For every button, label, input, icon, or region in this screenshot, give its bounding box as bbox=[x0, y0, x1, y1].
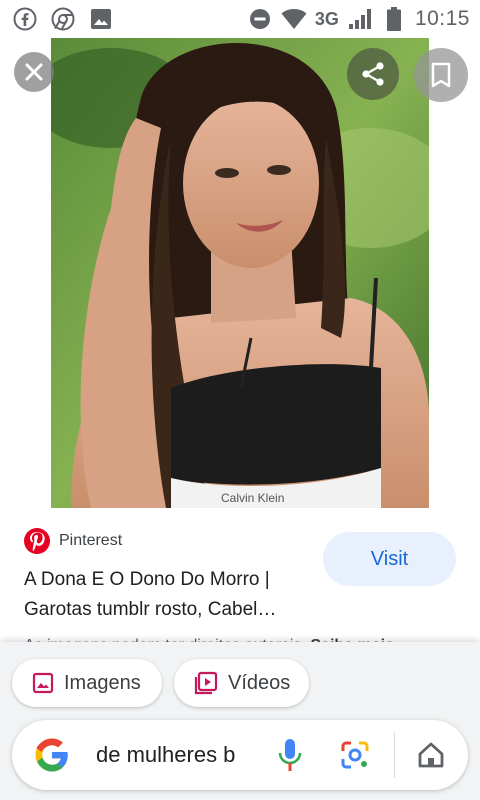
facebook-icon bbox=[12, 6, 38, 32]
video-icon bbox=[194, 671, 218, 695]
wifi-icon bbox=[281, 6, 307, 32]
close-button[interactable] bbox=[14, 52, 54, 92]
close-icon bbox=[25, 63, 43, 81]
source-name: Pinterest bbox=[59, 532, 123, 549]
do-not-disturb-icon bbox=[247, 6, 273, 32]
home-icon[interactable] bbox=[416, 740, 446, 770]
image-brand-text: Calvin Klein bbox=[221, 491, 284, 505]
status-notifications bbox=[12, 6, 114, 32]
clock: 10:15 bbox=[414, 7, 470, 30]
images-chip-label: Imagens bbox=[64, 671, 141, 694]
share-button[interactable] bbox=[347, 48, 399, 100]
image-icon bbox=[32, 672, 54, 694]
videos-chip-label: Vídeos bbox=[228, 671, 291, 694]
mic-icon[interactable] bbox=[277, 738, 303, 772]
chrome-icon bbox=[50, 6, 76, 32]
result-title-line-2: Garotas tumblr rosto, Cabel… bbox=[24, 599, 277, 620]
search-divider bbox=[394, 732, 395, 778]
result-title-line-1: A Dona E O Dono Do Morro | bbox=[24, 569, 270, 590]
signal-icon bbox=[347, 6, 373, 32]
result-title[interactable]: A Dona E O Dono Do Morro | Garotas tumbl… bbox=[24, 565, 324, 625]
gallery-icon bbox=[88, 6, 114, 32]
images-chip[interactable]: Imagens bbox=[12, 659, 162, 707]
pinterest-icon bbox=[24, 528, 50, 554]
battery-icon bbox=[381, 6, 407, 32]
google-logo-icon bbox=[35, 738, 68, 772]
search-bar[interactable]: de mulheres b bbox=[12, 720, 468, 790]
visit-button[interactable]: Visit bbox=[323, 532, 456, 586]
search-query[interactable]: de mulheres b bbox=[96, 742, 256, 768]
videos-chip[interactable]: Vídeos bbox=[174, 659, 309, 707]
result-info: Pinterest A Dona E O Dono Do Morro | Gar… bbox=[0, 508, 480, 648]
image-viewer: Calvin Klein bbox=[0, 38, 480, 508]
status-system: 3G 10:15 bbox=[247, 6, 470, 32]
bottom-panel: Imagens Vídeos de mulheres b bbox=[0, 642, 480, 800]
status-bar: 3G 10:15 bbox=[0, 0, 480, 38]
network-type: 3G bbox=[314, 8, 339, 29]
lens-icon[interactable] bbox=[340, 740, 370, 770]
result-image[interactable]: Calvin Klein bbox=[51, 38, 429, 508]
bookmark-icon bbox=[431, 62, 451, 88]
share-icon bbox=[362, 62, 384, 86]
bookmark-button[interactable] bbox=[414, 48, 468, 102]
source-row[interactable]: Pinterest bbox=[24, 528, 122, 554]
